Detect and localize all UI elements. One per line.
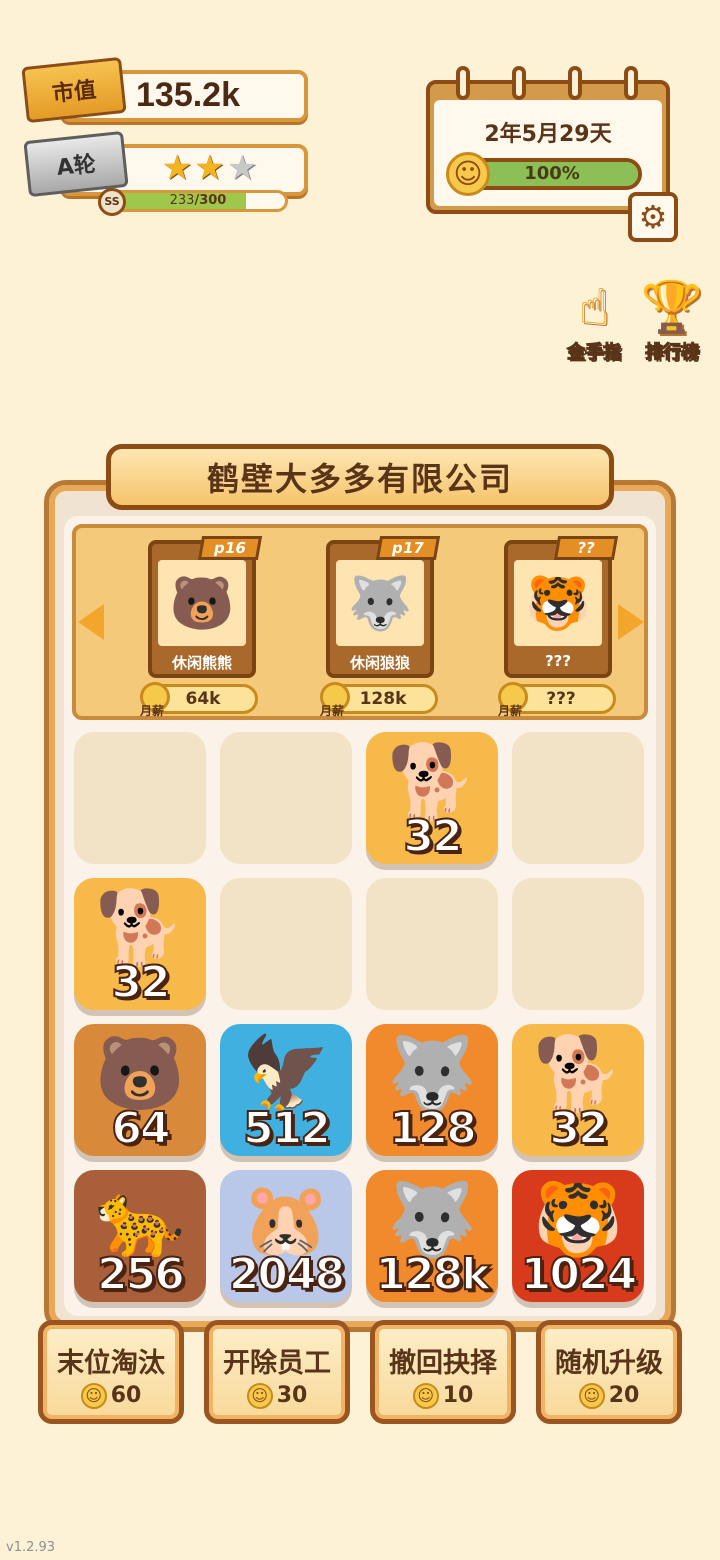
employee-tile-leopard[interactable]: 🐆 256 [74, 1170, 206, 1302]
employee-tile-wolf[interactable]: 🐺 128k [366, 1170, 498, 1302]
rank-badge: SS [98, 188, 126, 216]
salary-label: 月薪 [140, 704, 165, 718]
action-label: 开除员工 [223, 1348, 331, 1379]
salary-label: 月薪 [320, 704, 345, 718]
star-icon: ★ [162, 148, 193, 188]
eliminate-last-button[interactable]: 末位淘汰 ☺ 60 [38, 1320, 184, 1424]
fire-employee-button[interactable]: 开除员工 ☺ 30 [204, 1320, 350, 1424]
pointing-hand-icon: ☝ [578, 278, 610, 336]
employee-card[interactable]: 🐺 休闲狼狼 p17 [326, 536, 441, 678]
employee-level-tag: p16 [197, 536, 263, 560]
arrow-left-icon[interactable] [78, 604, 104, 640]
calendar-ring [568, 66, 582, 100]
action-cost: ☺ 30 [209, 1383, 345, 1409]
tile-value: 512 [242, 1102, 332, 1155]
tile-value: 64 [110, 1102, 171, 1155]
employee-tile-shiba[interactable]: 🐕 32 [74, 878, 206, 1010]
employee-tile-eagle[interactable]: 🦅 512 [220, 1024, 352, 1156]
funding-round-label: A轮 [55, 152, 97, 181]
wolf-icon: 🐺 [336, 560, 424, 646]
xp-progress-text: 233/300 [108, 190, 288, 212]
star-rating: ★ ★ ★ [162, 150, 257, 186]
empty-tile[interactable] [74, 732, 206, 864]
version-label: v1.2.93 [6, 1540, 56, 1555]
market-value-label: 市值 [51, 77, 98, 108]
smiley-face-icon: ☺ [246, 1383, 273, 1409]
leaderboard-label: 排行榜 [645, 342, 700, 364]
tile-value: 32 [402, 810, 463, 863]
tile-value: 2048 [228, 1248, 346, 1301]
action-cost-value: 20 [608, 1383, 640, 1408]
undo-choice-button[interactable]: 撤回抉择 ☺ 10 [370, 1320, 516, 1424]
smiley-face-icon: ☺ [412, 1383, 439, 1409]
employee-tile-hamster[interactable]: 🐹 2048 [220, 1170, 352, 1302]
star-icon: ★ [194, 148, 225, 188]
market-value-badge: 市值 [21, 56, 127, 124]
action-cost-value: 30 [276, 1383, 308, 1408]
employee-tile-tiger[interactable]: 🐯 1024 [512, 1170, 644, 1302]
trophy-icon: 🏆 [640, 278, 704, 336]
empty-tile[interactable] [512, 878, 644, 1010]
action-label: 随机升级 [555, 1348, 663, 1379]
action-cost-value: 60 [110, 1383, 142, 1408]
arrow-right-icon[interactable] [618, 604, 644, 640]
tiger-silhouette-icon: 🐯 [514, 560, 602, 646]
tile-value: 32 [548, 1102, 609, 1155]
empty-tile[interactable] [220, 878, 352, 1010]
calendar-date: 2年5月29天 [484, 122, 612, 147]
tile-value: 1024 [520, 1248, 638, 1301]
xp-total: /300 [194, 193, 227, 208]
empty-tile[interactable] [366, 878, 498, 1010]
calendar-ring [624, 66, 638, 100]
employee-tile-shiba[interactable]: 🐕 32 [512, 1024, 644, 1156]
golden-finger-button[interactable]: ☝ 金手指 [556, 276, 632, 364]
action-cost-value: 10 [442, 1383, 474, 1408]
smiley-face-icon: ☺ [578, 1383, 605, 1409]
action-cost: ☺ 20 [541, 1383, 677, 1409]
employee-card[interactable]: 🐯 ??? ?? [504, 536, 619, 678]
employee-tile-wolf[interactable]: 🐺 128 [366, 1024, 498, 1156]
action-cost: ☺ 60 [43, 1383, 179, 1409]
tile-value: 256 [96, 1248, 186, 1301]
empty-tile[interactable] [220, 732, 352, 864]
tile-value: 128k [374, 1248, 491, 1301]
tile-value: 128 [388, 1102, 478, 1155]
action-label: 撤回抉择 [389, 1348, 497, 1379]
salary-label: 月薪 [498, 704, 523, 718]
employee-tile-bear[interactable]: 🐻 64 [74, 1024, 206, 1156]
leaderboard-button[interactable]: 🏆 排行榜 [634, 276, 710, 364]
bear-icon: 🐻 [158, 560, 246, 646]
employee-level-tag: p17 [375, 536, 441, 560]
employee-card-name: ??? [544, 652, 572, 670]
action-cost: ☺ 10 [375, 1383, 511, 1409]
calendar-ring [456, 66, 470, 100]
employee-card-name: 休闲熊熊 [171, 654, 232, 672]
calendar-ring [512, 66, 526, 100]
employee-card-name: 休闲狼狼 [349, 654, 410, 672]
company-name-plate: 鹤壁大多多有限公司 [106, 444, 614, 510]
star-icon: ★ [226, 148, 258, 188]
xp-current: 233 [169, 193, 195, 208]
employee-card[interactable]: 🐻 休闲熊熊 p16 [148, 536, 263, 678]
golden-finger-label: 金手指 [567, 342, 622, 364]
employee-tile-shiba[interactable]: 🐕 32 [366, 732, 498, 864]
tile-value: 32 [110, 956, 171, 1009]
settings-gear-icon[interactable]: ⚙ [628, 192, 678, 242]
smiley-face-icon: ☺ [80, 1383, 107, 1409]
empty-tile[interactable] [512, 732, 644, 864]
market-value: 135.2k [136, 76, 240, 114]
action-label: 末位淘汰 [57, 1348, 165, 1379]
smiley-face-icon: ☺ [446, 152, 490, 196]
employee-level-tag: ?? [553, 536, 619, 560]
company-name: 鹤壁大多多有限公司 [206, 460, 513, 498]
random-upgrade-button[interactable]: 随机升级 ☺ 20 [536, 1320, 682, 1424]
